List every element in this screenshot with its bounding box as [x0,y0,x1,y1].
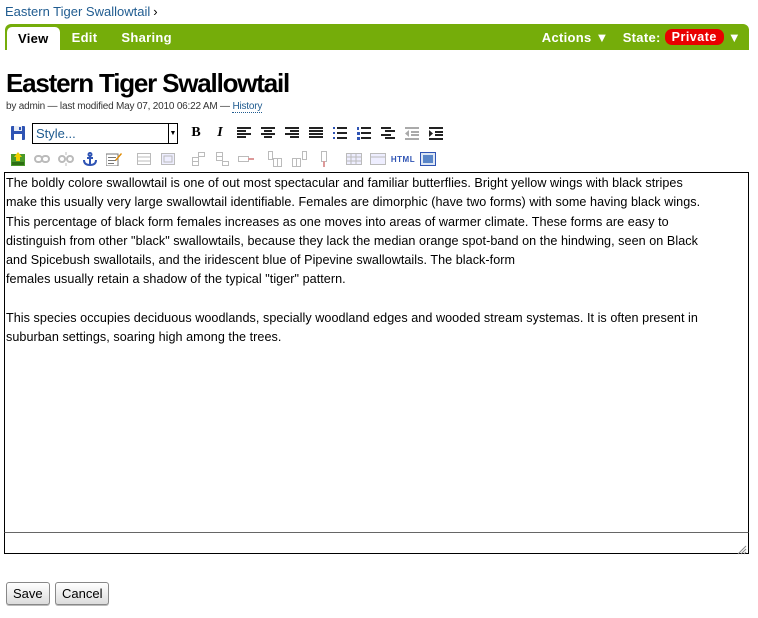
document-byline: by admin — last modified May 07, 2010 06… [6,101,262,113]
save-button[interactable]: Save [6,582,50,605]
editor-paragraph: This species occupies deciduous woodland… [6,309,747,348]
align-right-icon[interactable] [282,123,302,143]
html-source-icon[interactable]: HTML [390,149,416,169]
numbered-list-icon[interactable] [354,123,374,143]
editor-line: This species occupies deciduous woodland… [6,310,698,325]
html-source-label: HTML [390,154,416,164]
insert-column-after-icon[interactable] [290,149,310,169]
history-link[interactable]: History [232,101,262,113]
style-select-arrow-icon: ▼ [168,123,177,143]
definition-list-icon[interactable] [378,123,398,143]
editor-line: This percentage of black form females in… [6,214,669,229]
editor-line: distinguish from other "black" swallowta… [6,233,698,248]
bold-label: B [191,125,201,140]
content-menus: Actions ▼ State: Private ▼ [542,24,741,50]
delete-row-icon[interactable] [236,149,256,169]
style-select-value: Style... [36,125,76,141]
state-badge: Private [664,29,724,45]
content-edit-bar: View Edit Sharing Actions ▼ State: Priva… [5,24,749,50]
state-dropdown-arrow-icon: ▼ [727,29,741,45]
editor-line: make this usually very large swallowtail… [6,195,701,210]
align-left-icon[interactable] [234,123,254,143]
insert-table-icon[interactable] [134,149,154,169]
editor-toolbar-row-1: Style... ▼ B I [8,122,450,144]
actions-menu-label: Actions [541,29,592,45]
content-tabs: View Edit Sharing [5,24,184,50]
bold-icon[interactable]: B [186,123,206,143]
actions-menu[interactable]: Actions ▼ [542,30,609,45]
editor-status-bar [4,532,749,555]
editor-line: and Spicebush swallotails, and the iride… [6,253,516,268]
style-select[interactable]: Style... ▼ [32,122,178,144]
save-icon[interactable] [8,123,28,143]
insert-link-icon[interactable] [32,149,52,169]
actions-dropdown-arrow-icon: ▼ [595,29,609,45]
byline-text: by admin — last modified May 07, 2010 06… [6,101,230,112]
editor-line: The boldly colore swallowtail is one of … [6,176,683,190]
editor-line: suburban settings, soaring high among th… [6,330,282,345]
rich-text-editor[interactable]: The boldly colore swallowtail is one of … [4,172,749,533]
insert-column-before-icon[interactable] [266,149,286,169]
delete-column-icon[interactable] [314,149,334,169]
insert-image-icon[interactable] [8,149,28,169]
italic-icon[interactable]: I [210,123,230,143]
state-menu-label: State: [622,29,661,45]
split-cells-icon[interactable] [368,149,388,169]
align-center-icon[interactable] [258,123,278,143]
editor-toolbar-row-2: HTML [8,148,442,170]
state-menu[interactable]: State: Private ▼ [623,29,741,45]
breadcrumb: Eastern Tiger Swallowtail › [5,4,158,19]
cancel-button[interactable]: Cancel [55,582,110,605]
tab-view[interactable]: View [7,27,60,50]
unlink-icon[interactable] [56,149,76,169]
resize-grip-icon[interactable] [737,542,747,555]
anchor-icon[interactable] [80,149,100,169]
insert-row-after-icon[interactable] [212,149,232,169]
justify-icon[interactable] [306,123,326,143]
merge-cells-icon[interactable] [344,149,364,169]
bullet-list-icon[interactable] [330,123,350,143]
breadcrumb-link[interactable]: Eastern Tiger Swallowtail [5,4,150,19]
tab-edit[interactable]: Edit [60,24,110,50]
edit-properties-icon[interactable] [104,149,124,169]
insert-row-before-icon[interactable] [188,149,208,169]
editor-paragraph: The boldly colore swallowtail is one of … [6,174,747,290]
tab-sharing[interactable]: Sharing [109,24,184,50]
page-title: Eastern Tiger Swallowtail [6,68,290,98]
fullscreen-icon[interactable] [418,149,438,169]
editor-line: females usually retain a shadow of the t… [6,272,346,287]
table-properties-icon[interactable] [158,149,178,169]
italic-label: I [217,125,223,140]
indent-icon[interactable] [426,123,446,143]
outdent-icon[interactable] [402,123,422,143]
breadcrumb-separator: › [153,4,158,19]
